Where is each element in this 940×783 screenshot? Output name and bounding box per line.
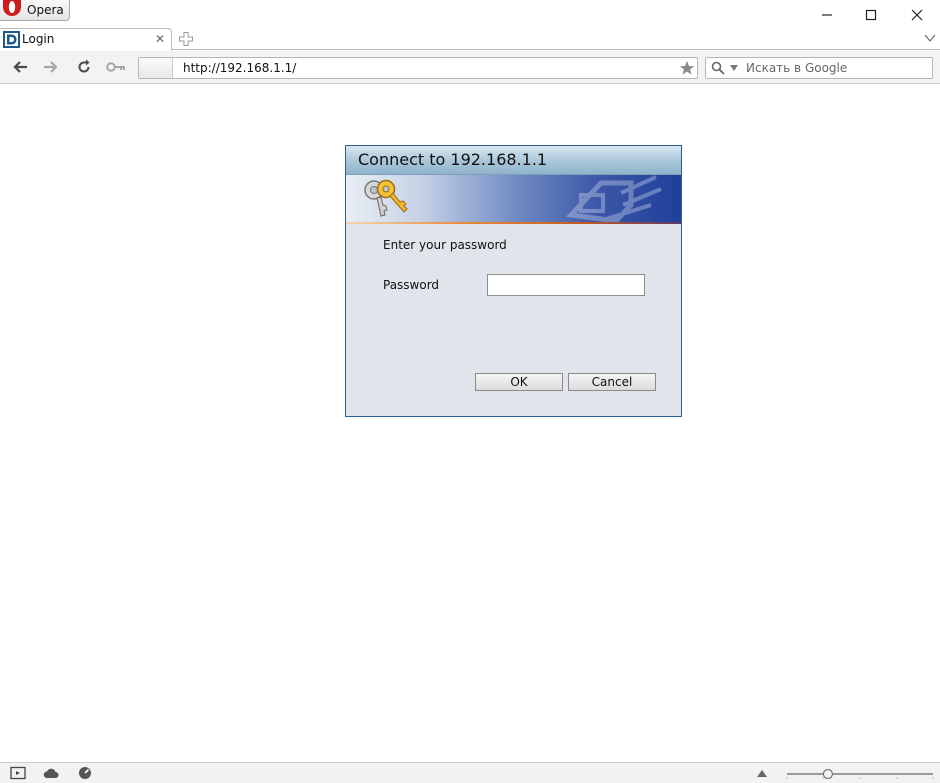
page-content: Connect to 192.168.1.1 Enter your passwo…: [0, 85, 940, 762]
dlink-logo-icon: [3, 31, 20, 48]
reload-button[interactable]: [74, 58, 94, 76]
panel-toggle-icon[interactable]: [10, 766, 26, 780]
wand-button[interactable]: [106, 58, 126, 76]
tab-strip: Login ✕: [0, 28, 940, 51]
opera-logo-icon: [3, 0, 21, 16]
password-prompt: Enter your password: [383, 238, 507, 252]
password-input[interactable]: [487, 274, 645, 296]
tab-title: Login: [22, 32, 55, 46]
close-window-button[interactable]: [907, 5, 927, 25]
network-plug-watermark-icon: [565, 175, 662, 224]
forward-button[interactable]: [41, 58, 61, 76]
opera-menu-label: Opera: [27, 3, 64, 17]
cancel-button[interactable]: Cancel: [568, 373, 656, 391]
address-text: http://192.168.1.1/: [183, 61, 297, 75]
minimize-button[interactable]: [817, 5, 837, 25]
navigation-bar: http://192.168.1.1/: [0, 51, 940, 84]
tab-login[interactable]: Login ✕: [0, 28, 172, 51]
title-bar: Opera: [0, 0, 940, 28]
ok-button[interactable]: OK: [475, 373, 563, 391]
opera-menu-button[interactable]: Opera: [0, 0, 70, 21]
dialog-header: Connect to 192.168.1.1: [346, 146, 681, 175]
back-button[interactable]: [10, 58, 30, 76]
new-tab-icon[interactable]: [178, 31, 194, 47]
back-arrow-icon: [13, 61, 27, 73]
key-icon: [106, 62, 125, 72]
status-bar: [0, 762, 940, 783]
forward-arrow-icon: [44, 61, 58, 73]
maximize-icon: [865, 9, 877, 21]
maximize-button[interactable]: [861, 5, 881, 25]
search-icon: [711, 61, 725, 75]
login-dialog: Connect to 192.168.1.1 Enter your passwo…: [345, 145, 682, 417]
minimize-icon: [822, 14, 832, 16]
zoom-slider[interactable]: [785, 769, 935, 779]
cloud-icon[interactable]: [43, 766, 59, 780]
zoom-icon[interactable]: [757, 769, 767, 777]
password-label: Password: [383, 278, 440, 292]
banner-accent-line: [346, 222, 681, 224]
keys-icon: [364, 179, 408, 217]
tab-menu-chevron-icon[interactable]: [924, 33, 936, 43]
site-info-badge[interactable]: [139, 58, 173, 78]
dialog-banner: [346, 175, 681, 224]
speed-dial-icon[interactable]: [77, 766, 93, 780]
address-bar[interactable]: http://192.168.1.1/: [138, 57, 698, 79]
search-engine-dropdown-icon[interactable]: [730, 65, 738, 71]
tab-close-icon[interactable]: ✕: [155, 32, 165, 46]
search-input[interactable]: [746, 60, 926, 76]
zoom-slider-thumb[interactable]: [822, 769, 833, 779]
dialog-title: Connect to 192.168.1.1: [358, 150, 548, 169]
browser-window: Opera Login ✕ http://192.168.1.1/ Искать…: [0, 0, 940, 783]
reload-icon: [78, 59, 90, 73]
close-icon: [911, 9, 923, 21]
bookmark-star-icon[interactable]: [679, 60, 695, 76]
search-bar[interactable]: [705, 57, 933, 79]
